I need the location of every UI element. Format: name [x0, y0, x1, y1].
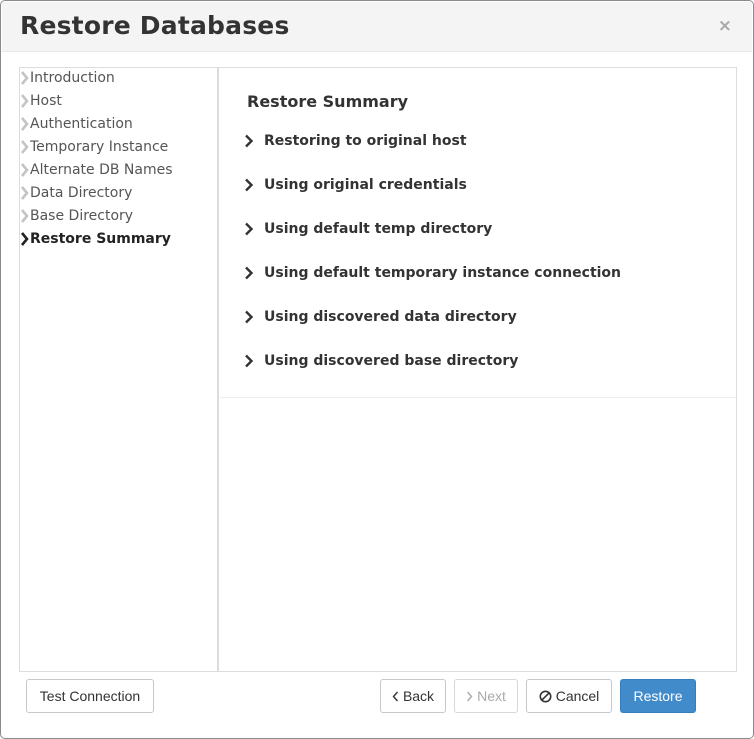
next-button[interactable]: Next [454, 679, 518, 713]
nav-item-label: Authentication [30, 116, 133, 132]
nav-item-label: Alternate DB Names [30, 162, 173, 178]
summary-item-credentials[interactable]: Using original credentials [244, 174, 467, 196]
summary-item-base-directory[interactable]: Using discovered base directory [244, 350, 518, 372]
cancel-button[interactable]: Cancel [526, 679, 612, 713]
summary-item-label: Using discovered data directory [264, 309, 517, 325]
summary-item-label: Using original credentials [264, 177, 467, 193]
nav-item-label: Host [30, 93, 62, 109]
chevron-right-icon [244, 350, 264, 368]
summary-item-data-directory[interactable]: Using discovered data directory [244, 306, 517, 328]
nav-item-label: Restore Summary [30, 231, 171, 247]
panel-title: Restore Summary [247, 92, 409, 111]
chevron-right-icon [466, 691, 473, 702]
nav-item-label: Introduction [30, 70, 115, 86]
back-label: Back [402, 688, 435, 704]
chevron-right-icon [20, 229, 30, 246]
back-button[interactable]: Back [380, 679, 446, 713]
chevron-right-icon [244, 262, 264, 280]
chevron-right-icon [20, 114, 30, 131]
test-connection-label: Test Connection [39, 688, 141, 704]
test-connection-button[interactable]: Test Connection [26, 679, 154, 713]
summary-item-label: Using discovered base directory [264, 353, 519, 369]
summary-item-label: Restoring to original host [264, 133, 467, 149]
nav-item-introduction[interactable]: Introduction [20, 68, 115, 90]
wizard-nav: Introduction Host Authentication Tempora… [20, 68, 219, 671]
nav-item-label: Data Directory [30, 185, 133, 201]
summary-item-temp-instance[interactable]: Using default temporary instance connect… [244, 262, 621, 284]
close-icon[interactable]: × [718, 16, 732, 36]
dialog-title: Restore Databases [20, 11, 290, 40]
restore-label: Restore [633, 688, 683, 704]
chevron-right-icon [20, 183, 30, 200]
nav-item-alternate-db-names[interactable]: Alternate DB Names [20, 160, 173, 182]
restore-databases-dialog: Restore Databases × Introduction Host Au… [0, 0, 754, 739]
nav-item-label: Base Directory [30, 208, 134, 224]
nav-item-restore-summary[interactable]: Restore Summary [20, 229, 171, 251]
nav-item-temporary-instance[interactable]: Temporary Instance [20, 137, 168, 159]
cancel-label: Cancel [555, 688, 600, 704]
chevron-right-icon [20, 137, 30, 154]
chevron-right-icon [20, 206, 30, 223]
summary-item-label: Using default temporary instance connect… [264, 265, 622, 281]
dialog-header: Restore Databases × [2, 2, 752, 52]
chevron-right-icon [20, 160, 30, 177]
summary-item-host[interactable]: Restoring to original host [244, 130, 467, 152]
next-label: Next [477, 688, 506, 704]
nav-item-base-directory[interactable]: Base Directory [20, 206, 133, 228]
chevron-right-icon [20, 68, 30, 85]
nav-item-authentication[interactable]: Authentication [20, 114, 133, 136]
nav-item-data-directory[interactable]: Data Directory [20, 183, 132, 205]
nav-item-label: Temporary Instance [30, 139, 169, 155]
ban-icon [539, 690, 552, 703]
chevron-right-icon [244, 218, 264, 236]
nav-item-host[interactable]: Host [20, 91, 62, 113]
dialog-body: Introduction Host Authentication Tempora… [19, 67, 737, 672]
summary-item-label: Using default temp directory [264, 221, 493, 237]
chevron-right-icon [20, 91, 30, 108]
restore-summary-panel: Restore Summary Restoring to original ho… [220, 68, 736, 398]
restore-button[interactable]: Restore [620, 679, 696, 713]
summary-item-temp-directory[interactable]: Using default temp directory [244, 218, 492, 240]
chevron-right-icon [244, 174, 264, 192]
chevron-right-icon [244, 130, 264, 148]
chevron-left-icon [392, 691, 399, 702]
chevron-right-icon [244, 306, 264, 324]
